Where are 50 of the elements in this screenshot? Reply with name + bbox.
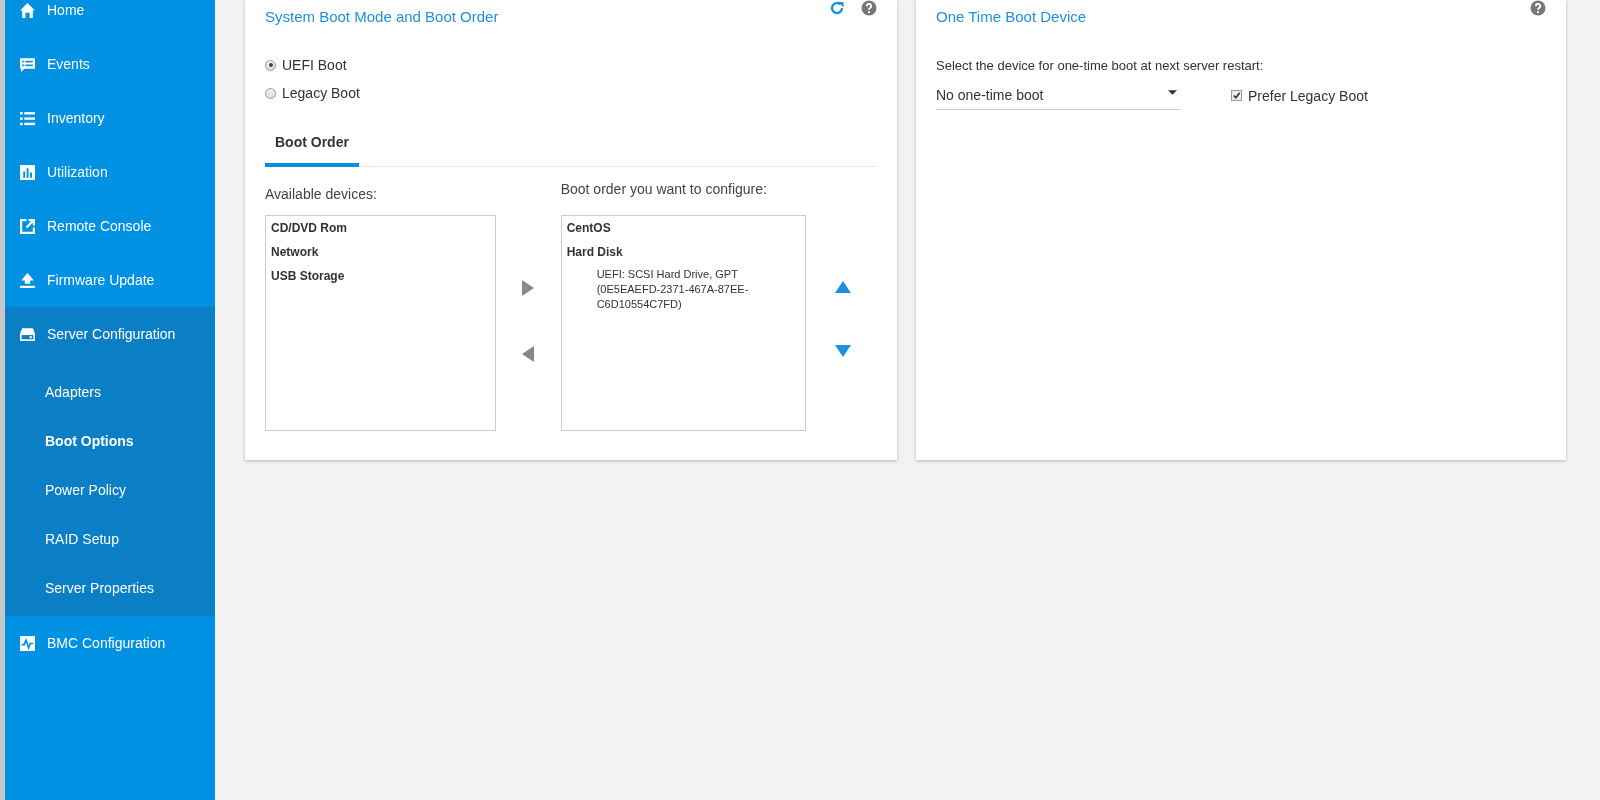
nav-item[interactable]: Home: [5, 0, 215, 37]
checkbox[interactable]: [1231, 90, 1242, 101]
move-up-icon[interactable]: [835, 281, 852, 293]
home-icon: [19, 1, 36, 19]
server-icon: [19, 325, 36, 343]
nav-subitem[interactable]: Server Properties: [5, 563, 215, 612]
caret-icon: [1168, 89, 1177, 95]
nav-subitem[interactable]: Adapters: [5, 367, 215, 416]
list-item[interactable]: CentOS: [566, 219, 800, 243]
nav-item[interactable]: Remote Console: [5, 199, 215, 253]
list-item[interactable]: USB Storage: [271, 267, 490, 291]
nav-item[interactable]: Server Configuration: [5, 307, 215, 361]
list-icon: [19, 109, 36, 127]
list-item[interactable]: Network: [271, 243, 490, 267]
nav-item[interactable]: Firmware Update: [5, 253, 215, 307]
checkbox-label: Prefer Legacy Boot: [1248, 87, 1368, 104]
upload-icon: [19, 271, 36, 289]
refresh-icon[interactable]: [829, 0, 845, 16]
nav-subitem[interactable]: Boot Options: [5, 416, 215, 465]
move-right-icon[interactable]: [522, 280, 535, 296]
move-left-icon[interactable]: [522, 346, 535, 362]
nav-item[interactable]: Utilization: [5, 145, 215, 199]
help-icon[interactable]: [1530, 0, 1546, 16]
message-list-icon: [19, 55, 36, 73]
list-subitem[interactable]: UEFI: SCSI Hard Drive, GPT (0E5EAEFD-2371-467A-87EE-C6D10554C7FD): [566, 267, 797, 312]
prompt-text: Select the device for one-time boot at next server restart:: [936, 58, 1265, 73]
list-item[interactable]: Hard Disk: [566, 243, 800, 267]
boot-order-list[interactable]: CentOS Hard Disk UEFI: SCSI Hard Drive, GPT (0E5EAEFD-2371-467A-87EE-C6D10554C7FD): [560, 215, 806, 431]
radio-button[interactable]: [265, 87, 276, 99]
nav-item[interactable]: Events: [5, 37, 215, 91]
move-down-icon[interactable]: [835, 345, 852, 357]
nav-item[interactable]: Inventory: [5, 91, 215, 145]
list-label: Boot order you want to configure:: [560, 181, 768, 199]
nav-subitem[interactable]: RAID Setup: [5, 514, 215, 563]
external-link-icon: [19, 217, 36, 235]
panel-title: One Time Boot Device: [936, 8, 1087, 25]
list-item[interactable]: CD/DVD Rom: [271, 219, 490, 243]
list-label: Available devices:: [265, 185, 378, 204]
available-devices-list[interactable]: CD/DVD Rom Network USB Storage: [265, 215, 496, 431]
bar-chart-icon: [19, 163, 36, 181]
nav-item[interactable]: BMC Configuration: [5, 616, 215, 670]
tab[interactable]: Boot Order: [265, 121, 359, 167]
radio-button[interactable]: [265, 59, 276, 71]
radio-label: Legacy Boot: [282, 85, 360, 101]
device-dropdown[interactable]: No one-time boot: [936, 81, 1181, 110]
help-icon[interactable]: [861, 0, 877, 16]
panel-title: System Boot Mode and Boot Order: [265, 8, 499, 25]
pulse-icon: [19, 634, 36, 652]
radio-label: UEFI Boot: [282, 57, 347, 73]
nav-subitem[interactable]: Power Policy: [5, 465, 215, 514]
